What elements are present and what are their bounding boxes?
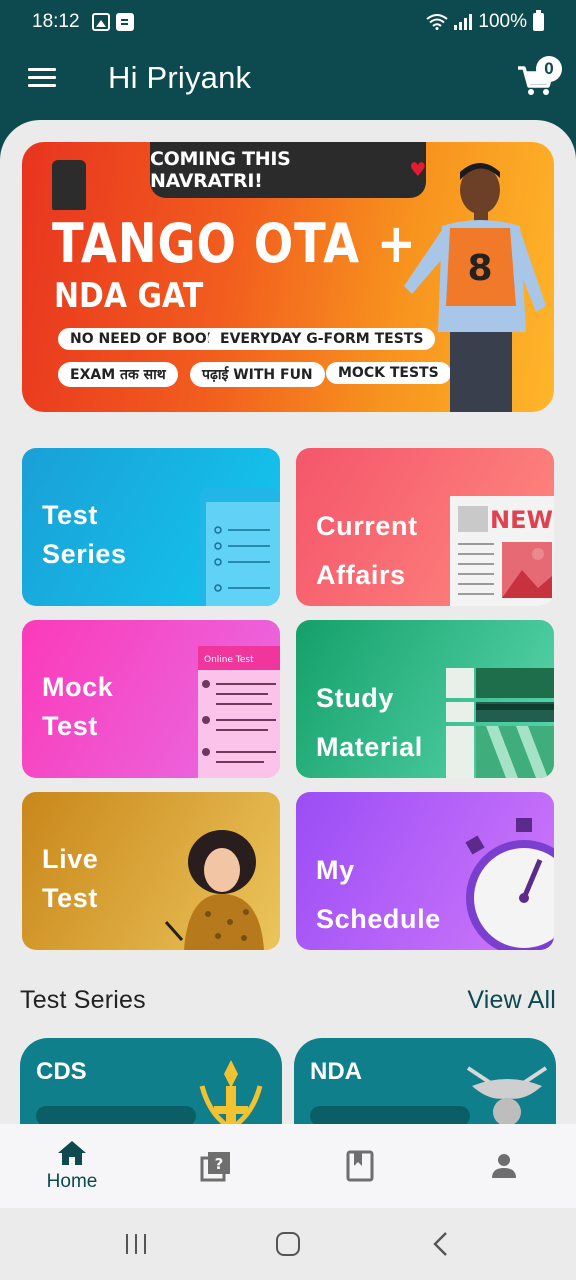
tile-mock-test[interactable]: Mock Test Online Test xyxy=(22,620,280,778)
tile-label: Mock Test xyxy=(42,672,114,741)
series-card-cds[interactable]: CDS xyxy=(20,1038,282,1124)
promo-banner[interactable]: COMING THIS NAVRATRI! ♥ TANGO OTA + NDA G… xyxy=(22,142,554,412)
tile-test-series[interactable]: Test Series xyxy=(22,448,280,606)
system-navigation-bar xyxy=(0,1208,576,1280)
tile-label: Live Test xyxy=(42,844,99,913)
tile-study-material[interactable]: Study Material xyxy=(296,620,554,778)
greeting-title: Hi Priyank xyxy=(108,60,252,95)
phone-test-illustration xyxy=(200,488,280,606)
tile-label: Study Material xyxy=(316,683,423,762)
series-card-bar xyxy=(36,1106,196,1124)
section-title: Test Series xyxy=(20,986,146,1014)
tile-label: Test Series xyxy=(42,500,127,569)
nav-home-label: Home xyxy=(46,1171,98,1192)
svg-text:Online Test: Online Test xyxy=(204,655,254,665)
banner-subtitle: NDA GAT xyxy=(54,276,204,316)
tile-label: My Schedule xyxy=(316,855,441,934)
status-bar: 18:12 100% xyxy=(0,0,576,44)
banner-pill: पढ़ाई WITH FUN xyxy=(190,362,325,387)
view-all-link[interactable]: View All xyxy=(467,986,556,1015)
home-circle-icon xyxy=(276,1232,300,1256)
bottom-navigation: Home ? xyxy=(0,1124,576,1208)
series-card-name: NDA xyxy=(310,1058,362,1085)
banner-pill: EXAM तक साथ xyxy=(58,362,178,387)
tile-label: Current Affairs xyxy=(316,511,418,590)
series-card-bar xyxy=(310,1106,470,1124)
books-illustration xyxy=(446,668,554,778)
tile-live-test[interactable]: Live Test xyxy=(22,792,280,950)
tile-my-schedule[interactable]: My Schedule xyxy=(296,792,554,950)
back-icon xyxy=(433,1232,447,1256)
cart-button[interactable]: 0 xyxy=(516,56,562,98)
signal-icon xyxy=(454,14,473,30)
back-button[interactable] xyxy=(410,1224,470,1264)
series-card-name: CDS xyxy=(36,1058,87,1085)
student-writing-illustration xyxy=(164,830,264,950)
home-content: COMING THIS NAVRATRI! ♥ TANGO OTA + NDA G… xyxy=(0,120,576,1124)
home-icon xyxy=(58,1141,86,1165)
app-header: Hi Priyank 0 xyxy=(0,44,576,114)
stopwatch-icon xyxy=(465,818,554,950)
bookmark-book-icon xyxy=(346,1150,374,1182)
recent-apps-button[interactable] xyxy=(106,1224,166,1264)
series-card-nda[interactable]: NDA xyxy=(294,1038,556,1124)
newspaper-illustration: NEW xyxy=(450,496,554,606)
svg-text:NEW: NEW xyxy=(490,506,553,534)
banner-pill: NO NEED OF BOOK xyxy=(58,328,230,350)
nav-profile[interactable] xyxy=(432,1124,576,1208)
nav-home[interactable]: Home xyxy=(0,1124,144,1208)
instructor-photo: 8 xyxy=(404,163,546,412)
recent-apps-icon xyxy=(126,1234,146,1254)
category-grid: Test Series Current Affairs NEW Mock Tes… xyxy=(22,448,554,950)
status-time: 18:12 xyxy=(32,11,80,32)
online-test-sheet-illustration: Online Test xyxy=(198,646,280,778)
banner-title: TANGO OTA + xyxy=(52,212,417,275)
gallery-notification-icon xyxy=(91,13,110,31)
battery-percent: 100% xyxy=(478,11,527,32)
wifi-icon xyxy=(426,14,449,30)
nav-quiz[interactable]: ? xyxy=(144,1124,288,1208)
nav-library[interactable] xyxy=(288,1124,432,1208)
svg-text:?: ? xyxy=(215,1155,224,1173)
quiz-icon: ? xyxy=(200,1152,230,1182)
cart-count-badge: 0 xyxy=(536,56,562,82)
battery-icon xyxy=(533,10,544,31)
svg-text:8: 8 xyxy=(467,248,492,289)
menu-icon[interactable] xyxy=(28,68,56,88)
nda-emblem-icon xyxy=(466,1066,548,1124)
profile-icon xyxy=(492,1154,516,1178)
home-system-button[interactable] xyxy=(258,1224,318,1264)
national-emblem-icon xyxy=(52,160,86,210)
army-emblem-icon xyxy=(199,1060,263,1124)
tile-current-affairs[interactable]: Current Affairs NEW xyxy=(296,448,554,606)
app-notification-icon xyxy=(115,13,134,31)
